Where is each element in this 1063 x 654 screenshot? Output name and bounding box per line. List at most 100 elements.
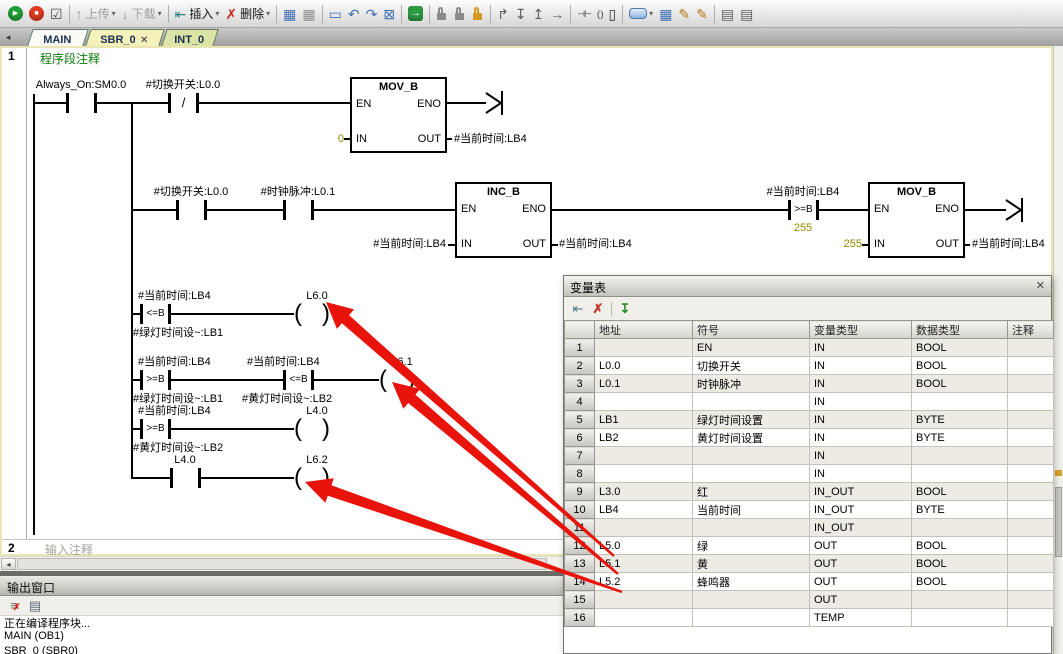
compare-contact[interactable]: <=B <box>283 370 314 390</box>
branch-right-icon[interactable]: → <box>548 3 566 25</box>
compare-contact[interactable]: >=B <box>788 200 819 220</box>
table-cell[interactable] <box>693 609 810 627</box>
table-cell[interactable]: LB2 <box>595 429 693 447</box>
delete-icon[interactable]: ✗删除▾ <box>223 3 272 25</box>
operand-label[interactable]: #当前时间:LB4 <box>767 186 840 198</box>
row-number[interactable]: 1 <box>565 339 595 357</box>
table-cell[interactable] <box>1008 447 1054 465</box>
table-cell[interactable] <box>912 393 1008 411</box>
table-cell[interactable]: 绿 <box>693 537 810 555</box>
table-cell[interactable]: BYTE <box>912 429 1008 447</box>
coil-label[interactable]: L4.0 <box>306 405 327 417</box>
shape-box-icon[interactable]: ▭ <box>327 3 344 25</box>
column-header[interactable]: 地址 <box>595 321 693 339</box>
network-comment[interactable]: 程序段注释 <box>40 50 100 67</box>
import-icon[interactable]: ↧ <box>615 301 635 317</box>
movb-box-2[interactable]: MOV_B EN ENO IN OUT <box>868 182 965 258</box>
table-cell[interactable] <box>693 447 810 465</box>
table-cell[interactable]: OUT <box>810 573 912 591</box>
row-number[interactable]: 11 <box>565 519 595 537</box>
table-cell[interactable] <box>693 465 810 483</box>
upload-icon[interactable]: ↑上传▾ <box>74 3 118 25</box>
tab-main[interactable]: MAIN <box>27 29 89 46</box>
table-cell[interactable]: 切换开关 <box>693 357 810 375</box>
table-cell[interactable] <box>1008 501 1054 519</box>
compare-contact[interactable]: >=B <box>140 419 171 439</box>
row-number[interactable]: 5 <box>565 411 595 429</box>
ladder-contact-icon[interactable]: ⊣⊢ <box>575 3 593 25</box>
table-cell[interactable]: 蜂鸣器 <box>693 573 810 591</box>
row-number[interactable]: 6 <box>565 429 595 447</box>
contact-switch-nc[interactable]: / <box>168 93 199 113</box>
operand-label[interactable]: #绿灯时间设~:LB1 <box>133 393 223 405</box>
out-operand[interactable]: #当前时间:LB4 <box>559 238 632 250</box>
table-cell[interactable]: L0.1 <box>595 375 693 393</box>
table-cell[interactable] <box>912 447 1008 465</box>
delete-row-icon[interactable]: ✗ <box>588 301 608 317</box>
in-value[interactable]: 255 <box>834 238 862 250</box>
table-cell[interactable]: 黄灯时间设置 <box>693 429 810 447</box>
redo-icon[interactable]: ↷ <box>364 3 380 25</box>
stop-icon[interactable]: ■ <box>27 3 46 25</box>
table-cell[interactable] <box>1008 357 1054 375</box>
lock-3-icon[interactable] <box>470 3 486 25</box>
table-cell[interactable]: 时钟脉冲 <box>693 375 810 393</box>
delete-page-icon[interactable]: ⊠ <box>381 3 397 25</box>
operand-label[interactable]: #时钟脉冲:L0.1 <box>261 186 336 198</box>
table-cell[interactable]: IN <box>810 465 912 483</box>
table-cell[interactable] <box>595 519 693 537</box>
table-cell[interactable]: OUT <box>810 555 912 573</box>
table-cell[interactable]: BOOL <box>912 483 1008 501</box>
table-cell[interactable] <box>912 591 1008 609</box>
table-cell[interactable] <box>1008 375 1054 393</box>
row-number[interactable]: 16 <box>565 609 595 627</box>
table-cell[interactable] <box>912 519 1008 537</box>
operand-label[interactable]: #绿灯时间设~:LB1 <box>133 327 223 339</box>
table-cell[interactable] <box>693 591 810 609</box>
coil-label[interactable]: L6.0 <box>306 290 327 302</box>
table-cell[interactable] <box>1008 591 1054 609</box>
coil-l6-0[interactable] <box>294 301 330 327</box>
table-cell[interactable] <box>1008 339 1054 357</box>
table-cell[interactable]: OUT <box>810 537 912 555</box>
row-number[interactable]: 3 <box>565 375 595 393</box>
column-header[interactable]: 符号 <box>693 321 810 339</box>
contact-l4-0[interactable] <box>170 468 201 488</box>
table-cell[interactable] <box>1008 573 1054 591</box>
row-number[interactable]: 2 <box>565 357 595 375</box>
table-cell[interactable]: OUT <box>810 591 912 609</box>
row-number[interactable]: 4 <box>565 393 595 411</box>
table-cell[interactable] <box>595 591 693 609</box>
table-cell[interactable] <box>595 339 693 357</box>
table-cell[interactable]: BOOL <box>912 573 1008 591</box>
table-cell[interactable] <box>595 447 693 465</box>
table-cell[interactable]: BOOL <box>912 537 1008 555</box>
insert-icon[interactable]: ⇤插入▾ <box>173 3 222 25</box>
table-cell[interactable]: IN_OUT <box>810 519 912 537</box>
table-cell[interactable]: LB4 <box>595 501 693 519</box>
lock-1-icon[interactable] <box>434 3 450 25</box>
operand-label[interactable]: Always_On:SM0.0 <box>36 79 126 91</box>
table-cell[interactable]: IN_OUT <box>810 483 912 501</box>
table-cell[interactable]: 当前时间 <box>693 501 810 519</box>
table-cell[interactable]: IN <box>810 357 912 375</box>
operand-label[interactable]: L4.0 <box>174 454 195 466</box>
wizard-alt-icon[interactable]: ▦ <box>300 3 317 25</box>
in-operand[interactable]: #当前时间:LB4 <box>356 238 446 250</box>
table-cell[interactable] <box>1008 483 1054 501</box>
coil-l6-2[interactable] <box>294 465 330 491</box>
table-cell[interactable] <box>693 519 810 537</box>
operand-label[interactable]: #当前时间:LB4 <box>247 356 320 368</box>
bookmark-icon[interactable]: ▤ <box>719 3 736 25</box>
table-cell[interactable]: BOOL <box>912 555 1008 573</box>
column-header[interactable]: 数据类型 <box>912 321 1008 339</box>
table-cell[interactable]: L5.0 <box>595 537 693 555</box>
coil-label[interactable]: L6.1 <box>391 356 412 368</box>
table-cell[interactable] <box>595 465 693 483</box>
table-cell[interactable] <box>693 393 810 411</box>
table-cell[interactable]: IN <box>810 429 912 447</box>
operand-label[interactable]: #切换开关:L0.0 <box>146 79 221 91</box>
coil-label[interactable]: L6.2 <box>306 454 327 466</box>
row-number[interactable]: 14 <box>565 573 595 591</box>
ladder-coil-icon[interactable]: ( ) <box>595 3 605 25</box>
